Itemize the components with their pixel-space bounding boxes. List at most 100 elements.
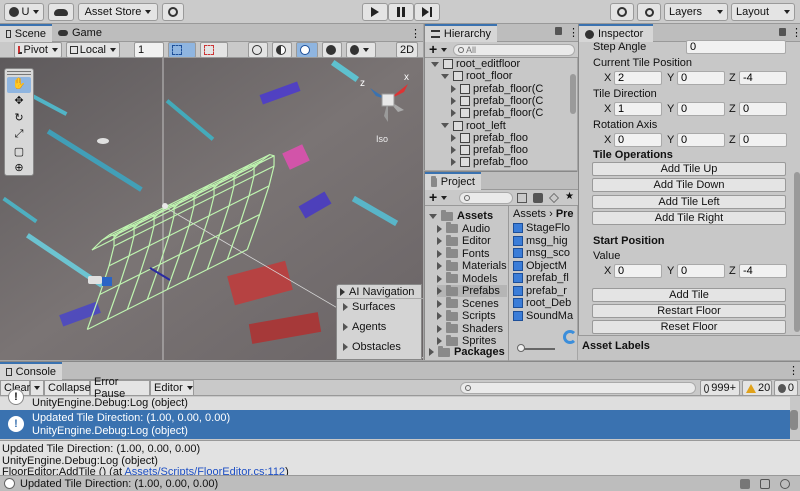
rotation-axis-z[interactable] bbox=[739, 133, 787, 147]
reset-floor-button[interactable]: Reset Floor bbox=[592, 320, 786, 334]
breadcrumb-assets[interactable]: Assets bbox=[513, 208, 546, 220]
add-icon[interactable]: + bbox=[429, 41, 437, 57]
add-tile-up-button[interactable]: Add Tile Up bbox=[592, 162, 786, 176]
add-tile-down-button[interactable]: Add Tile Down bbox=[592, 178, 786, 192]
current-tile-position-z[interactable] bbox=[739, 71, 787, 85]
search-button[interactable] bbox=[637, 3, 661, 21]
hierarchy-item[interactable]: prefab_floo bbox=[451, 132, 528, 144]
rotate-tool[interactable]: ↻ bbox=[7, 111, 31, 127]
lock-icon[interactable] bbox=[555, 27, 562, 35]
project-file[interactable]: prefab_r bbox=[513, 285, 567, 297]
collapse-button[interactable]: Collapse bbox=[44, 380, 91, 396]
expand-arrow-icon[interactable] bbox=[437, 249, 442, 258]
local-dropdown[interactable]: Local bbox=[66, 42, 120, 58]
snap-value-field[interactable]: 1 bbox=[134, 42, 164, 58]
expand-arrow-icon[interactable] bbox=[451, 158, 456, 167]
tab-inspector[interactable]: Inspector bbox=[579, 24, 653, 42]
expand-arrow-icon[interactable] bbox=[451, 84, 456, 93]
hierarchy-item[interactable]: root_editfloor bbox=[431, 58, 520, 70]
project-search-box[interactable] bbox=[459, 192, 513, 204]
info-toggle[interactable]: 999+ bbox=[700, 380, 740, 396]
console-search-input[interactable] bbox=[460, 382, 696, 394]
zoom-slider-handle[interactable] bbox=[517, 344, 525, 352]
move-tool[interactable]: ✥ bbox=[7, 94, 31, 110]
breadcrumb-prefabs[interactable]: Pre bbox=[556, 208, 574, 220]
collab-button[interactable] bbox=[162, 3, 184, 21]
tile-direction-x[interactable] bbox=[614, 102, 662, 116]
lit-button[interactable] bbox=[296, 42, 318, 58]
pause-button[interactable] bbox=[388, 3, 414, 21]
hierarchy-item[interactable]: prefab_floo bbox=[451, 144, 528, 156]
add-tile-right-button[interactable]: Add Tile Right bbox=[592, 211, 786, 225]
status-message[interactable]: Updated Tile Direction: (1.00, 0.00, 0.0… bbox=[20, 478, 218, 490]
expand-arrow-icon[interactable] bbox=[437, 262, 442, 270]
hand-tool[interactable]: ✋ bbox=[7, 77, 31, 93]
hierarchy-item[interactable]: prefab_floor(C bbox=[451, 107, 543, 119]
start-value-x[interactable] bbox=[614, 264, 662, 278]
tab-scene[interactable]: Scene bbox=[0, 24, 52, 42]
ai-nav-obstacles[interactable]: Obstacles bbox=[343, 341, 401, 353]
expand-arrow-icon[interactable] bbox=[437, 237, 442, 245]
project-folder[interactable]: Scripts bbox=[437, 309, 496, 322]
play-button[interactable] bbox=[362, 3, 388, 21]
layers-dropdown[interactable]: Layers bbox=[664, 3, 728, 21]
hierarchy-item[interactable]: prefab_floo bbox=[451, 156, 528, 168]
hierarchy-item[interactable]: root_floor bbox=[441, 70, 512, 82]
expand-arrow-icon[interactable] bbox=[441, 73, 449, 79]
expand-arrow-icon[interactable] bbox=[437, 324, 442, 333]
account-dropdown[interactable]: U bbox=[4, 3, 44, 21]
add-icon[interactable]: + bbox=[429, 189, 437, 205]
menu-icon[interactable]: ⋮ bbox=[788, 364, 799, 377]
layout-dropdown[interactable]: Layout bbox=[731, 3, 795, 21]
shading-button[interactable] bbox=[272, 42, 292, 58]
add-tile-left-button[interactable]: Add Tile Left bbox=[592, 195, 786, 209]
start-value-z[interactable] bbox=[739, 264, 787, 278]
expand-arrow-icon[interactable] bbox=[437, 337, 442, 345]
unlit-button[interactable] bbox=[322, 42, 342, 58]
hierarchy-item[interactable]: prefab_floor(C bbox=[451, 95, 543, 107]
add-tile-button[interactable]: Add Tile bbox=[592, 288, 786, 302]
tile-direction-y[interactable] bbox=[677, 102, 725, 116]
tile-direction-z[interactable] bbox=[739, 102, 787, 116]
expand-arrow-icon[interactable] bbox=[451, 96, 456, 105]
log-entry[interactable]: ! UnityEngine.Debug:Log (object) bbox=[0, 389, 790, 410]
rotation-axis-x[interactable] bbox=[614, 133, 662, 147]
tab-project[interactable]: Project bbox=[425, 172, 481, 190]
project-file[interactable]: msg_hig bbox=[513, 235, 568, 247]
project-folder[interactable]: Shaders bbox=[437, 322, 503, 335]
rect-tool[interactable]: ▢ bbox=[7, 145, 31, 161]
history-button[interactable] bbox=[610, 3, 634, 21]
expand-arrow-icon[interactable] bbox=[437, 299, 442, 308]
debug-icon[interactable] bbox=[760, 479, 770, 489]
chevron-down-icon[interactable] bbox=[441, 196, 447, 200]
inspector-scrollbar[interactable] bbox=[794, 172, 800, 332]
project-folder[interactable]: Models bbox=[437, 272, 497, 285]
orientation-gizmo[interactable]: x z Iso bbox=[360, 72, 416, 144]
tab-game[interactable]: Game bbox=[52, 24, 108, 42]
favorite-icon[interactable]: ★ bbox=[565, 191, 574, 202]
project-folder[interactable]: Scenes bbox=[437, 297, 499, 310]
expand-arrow-icon[interactable] bbox=[437, 274, 442, 283]
warning-toggle[interactable]: 20 bbox=[742, 380, 772, 396]
pivot-dropdown[interactable]: Pivot bbox=[14, 42, 62, 58]
expand-arrow-icon[interactable] bbox=[451, 109, 456, 118]
step-angle-input[interactable] bbox=[686, 40, 786, 54]
expand-arrow-icon[interactable] bbox=[431, 61, 439, 67]
expand-arrow-icon[interactable] bbox=[451, 133, 456, 142]
expand-arrow-icon[interactable] bbox=[441, 123, 449, 128]
project-file[interactable]: root_Deb bbox=[513, 297, 571, 309]
chevron-down-icon[interactable] bbox=[441, 48, 447, 52]
grid-snap-button[interactable] bbox=[168, 42, 196, 58]
expand-arrow-icon[interactable] bbox=[437, 224, 442, 233]
asset-labels-section[interactable]: Asset Labels bbox=[578, 335, 800, 360]
project-file[interactable]: SoundMa bbox=[513, 310, 573, 322]
project-file[interactable]: msg_sco bbox=[513, 247, 570, 259]
project-folder[interactable]: Editor bbox=[437, 234, 491, 247]
console-list-scrollbar[interactable] bbox=[790, 410, 798, 430]
project-folder[interactable]: Packages bbox=[429, 345, 505, 358]
ai-nav-agents[interactable]: Agents bbox=[343, 321, 386, 333]
search-filter-icon[interactable] bbox=[517, 193, 527, 203]
error-pause-button[interactable]: Error Pause bbox=[90, 376, 150, 400]
iso-label[interactable]: Iso bbox=[376, 134, 388, 144]
project-folder[interactable]: Assets bbox=[429, 209, 493, 222]
